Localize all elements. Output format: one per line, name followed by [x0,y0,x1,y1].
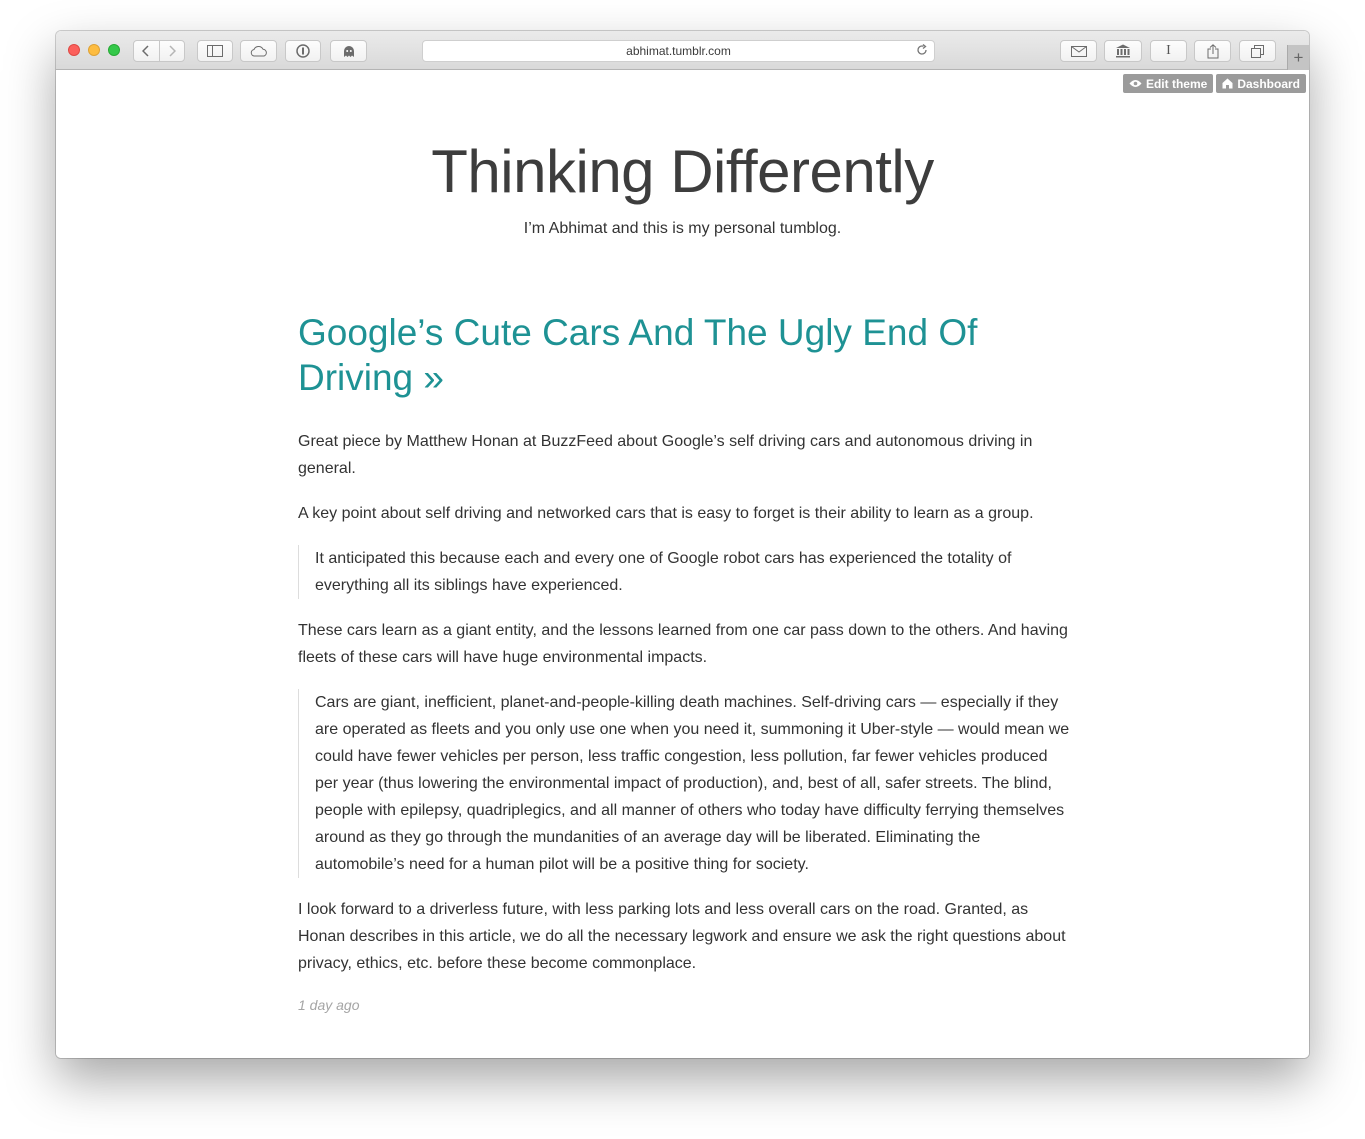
library-icon [1116,44,1130,58]
mail-icon [1070,45,1087,57]
close-window-button[interactable] [68,44,80,56]
instapaper-button[interactable]: I [1150,40,1187,62]
home-icon [1222,78,1233,89]
forward-button[interactable] [158,41,185,61]
tumblr-controls: Edit theme Dashboard [1122,74,1306,93]
instapaper-icon: I [1166,43,1171,58]
navigation-buttons [133,40,185,62]
dashboard-label: Dashboard [1237,76,1300,91]
post-title-link[interactable]: Google’s Cute Cars And The Ugly End Of D… [298,310,1072,400]
minimize-window-button[interactable] [88,44,100,56]
post-paragraph: These cars learn as a giant entity, and … [298,622,1068,666]
post-paragraph: Great piece by Matthew Honan at BuzzFeed… [298,433,1033,477]
dashboard-button[interactable]: Dashboard [1216,74,1306,93]
blog-title[interactable]: Thinking Differently [56,137,1309,206]
plus-icon: + [1293,47,1304,67]
edit-theme-label: Edit theme [1145,76,1208,91]
mail-button[interactable] [1060,40,1097,62]
1password-button[interactable] [285,40,321,62]
1password-icon [296,44,310,58]
ghost-icon [343,45,354,57]
blog-description: I’m Abhimat and this is my personal tumb… [523,220,842,237]
browser-window: abhimat.tumblr.com I + Edit theme Dashbo… [56,31,1309,1058]
sidebar-button[interactable] [197,40,233,62]
new-tab-button[interactable]: + [1287,45,1309,70]
page-content: Edit theme Dashboard Thinking Differentl… [56,70,1309,1058]
quote-text: Cars are giant, inefficient, planet-and-… [315,694,1070,873]
post-paragraph: A key point about self driving and netwo… [298,505,1034,522]
tabs-overview-button[interactable] [1239,40,1276,62]
back-button[interactable] [134,41,159,61]
library-button[interactable] [1104,40,1142,62]
ghostery-button[interactable] [330,40,367,62]
post-blockquote: Cars are giant, inefficient, planet-and-… [298,689,1072,878]
post-paragraph: I look forward to a driverless future, w… [298,901,1066,972]
chevron-right-icon [169,45,176,57]
reload-icon[interactable] [916,43,928,59]
share-icon [1207,43,1218,58]
icloud-tabs-icon [250,46,267,57]
address-text: abhimat.tumblr.com [626,44,731,58]
chevron-left-icon [142,45,149,57]
eye-icon [1129,80,1142,87]
share-button[interactable] [1194,40,1231,62]
zoom-window-button[interactable] [108,44,120,56]
address-bar[interactable]: abhimat.tumblr.com [422,40,935,62]
tabs-overview-icon [1251,44,1264,58]
post-blockquote: It anticipated this because each and eve… [298,545,1072,599]
icloud-tabs-button[interactable] [240,40,277,62]
quote-text: It anticipated this because each and eve… [315,550,1012,594]
edit-theme-button[interactable]: Edit theme [1122,74,1214,93]
browser-toolbar: abhimat.tumblr.com I + [56,31,1309,70]
sidebar-icon [207,45,223,57]
post: Google’s Cute Cars And The Ugly End Of D… [298,310,1072,1013]
post-date-link[interactable]: 1 day ago [298,997,1072,1013]
